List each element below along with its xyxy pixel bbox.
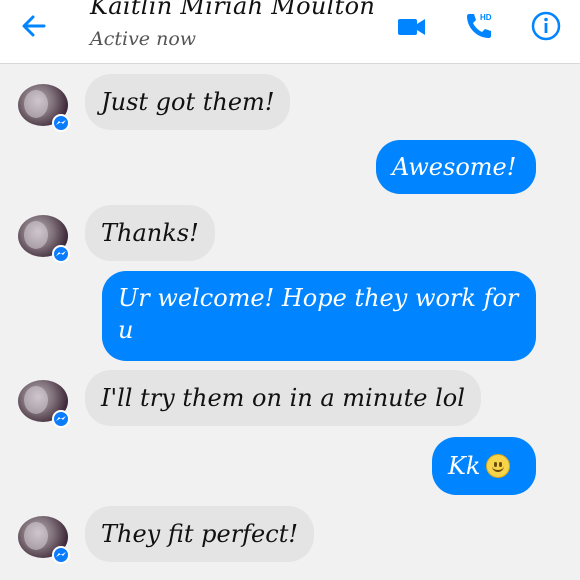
voice-call-button[interactable]: HD	[462, 8, 498, 44]
messenger-bolt-icon	[56, 416, 66, 421]
message-text: Ur welcome! Hope they work for u	[118, 284, 519, 344]
back-button[interactable]	[18, 10, 50, 42]
conversation-header: Kaitlin Miriah Moulton Active now HD	[0, 0, 580, 64]
message-bubble-incoming[interactable]: They fit perfect!	[85, 506, 314, 562]
messenger-badge	[52, 114, 70, 132]
messenger-badge	[52, 546, 70, 564]
messenger-badge	[52, 410, 70, 428]
active-status: Active now	[90, 28, 197, 50]
message-bubble-incoming[interactable]: I'll try them on in a minute lol	[85, 370, 481, 426]
message-text: They fit perfect!	[101, 520, 298, 548]
hd-badge: HD	[480, 13, 492, 22]
contact-avatar[interactable]	[18, 516, 70, 564]
contact-avatar[interactable]	[18, 84, 70, 132]
contact-avatar[interactable]	[18, 380, 70, 428]
message-thread[interactable]: Just got them! Awesome! Thanks! Ur welco…	[0, 64, 580, 580]
message-text: Thanks!	[101, 219, 199, 247]
phone-icon: HD	[467, 13, 492, 38]
messenger-bolt-icon	[56, 120, 66, 125]
message-text: Kk	[448, 452, 481, 480]
contact-name[interactable]: Kaitlin Miriah Moulton	[90, 0, 375, 20]
messenger-bolt-icon	[56, 251, 66, 256]
contact-avatar[interactable]	[18, 215, 70, 263]
message-text: I'll try them on in a minute lol	[101, 384, 465, 412]
slightly-smiling-face-icon	[486, 454, 511, 478]
message-bubble-outgoing[interactable]: Kk	[432, 437, 536, 495]
message-bubble-outgoing[interactable]: Awesome!	[376, 140, 536, 194]
back-arrow-icon	[22, 15, 46, 37]
message-bubble-incoming[interactable]: Just got them!	[85, 74, 291, 130]
info-button[interactable]	[528, 8, 564, 44]
message-bubble-outgoing[interactable]: Ur welcome! Hope they work for u	[102, 271, 536, 361]
messenger-badge	[52, 245, 70, 263]
video-camera-icon	[398, 19, 425, 35]
video-call-button[interactable]	[394, 8, 430, 44]
messenger-bolt-icon	[56, 552, 66, 557]
message-bubble-incoming[interactable]: Thanks!	[85, 205, 215, 261]
message-text: Just got them!	[101, 88, 275, 116]
info-icon	[531, 11, 561, 41]
message-text: Awesome!	[392, 153, 517, 181]
